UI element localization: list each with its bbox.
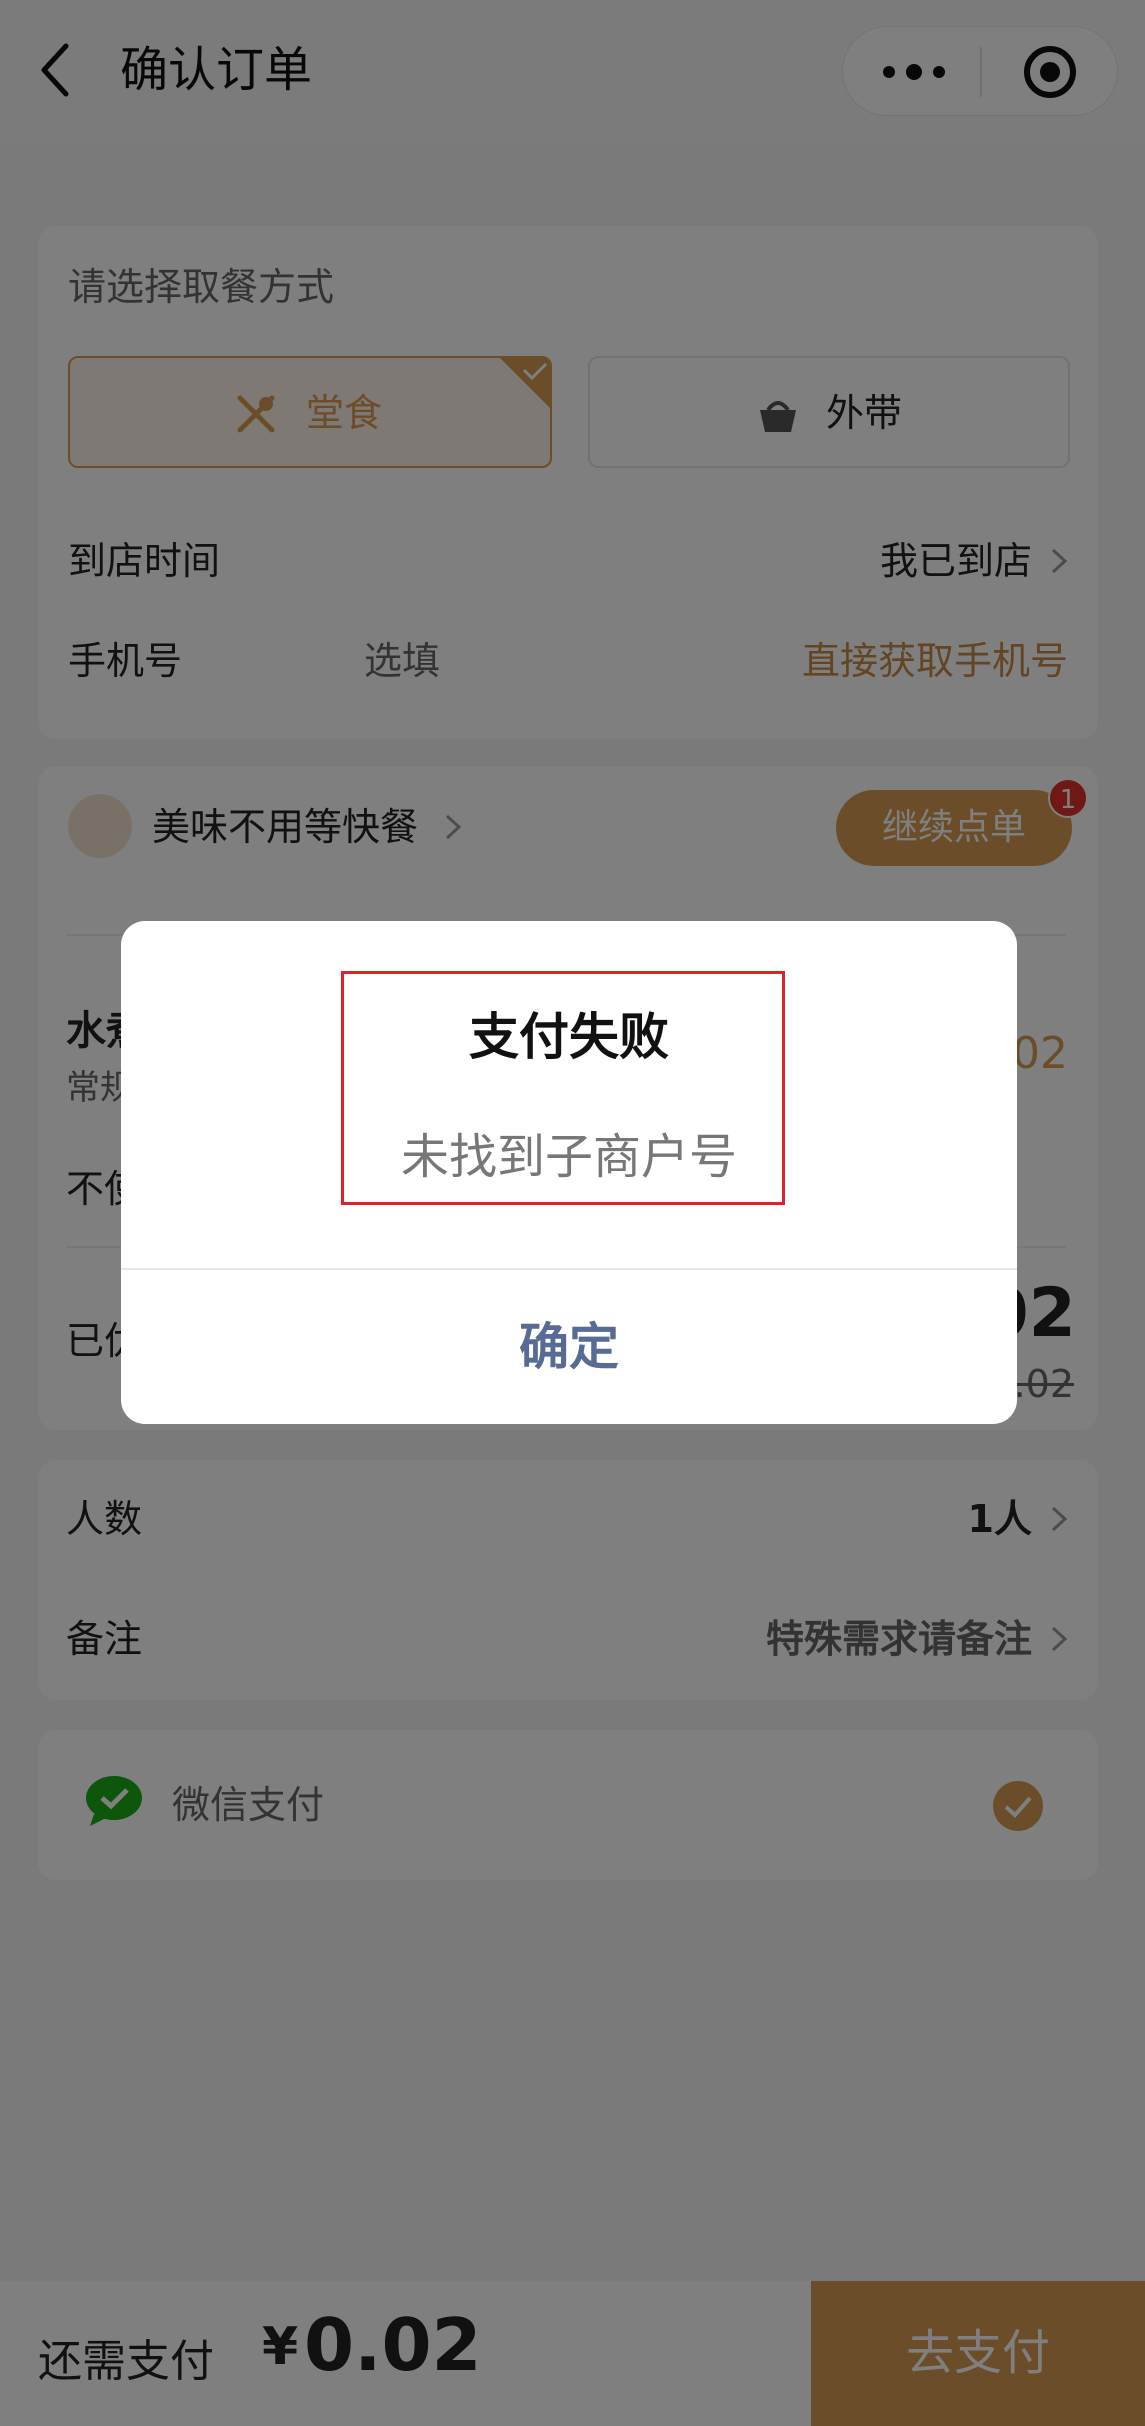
dialog-message: 未找到子商户号	[400, 1129, 737, 1185]
dialog-title: 支付失败	[469, 1008, 669, 1066]
confirm-button[interactable]: 确定	[121, 1270, 1017, 1424]
payment-failed-dialog: 支付失败 未找到子商户号 确定	[121, 921, 1017, 1424]
